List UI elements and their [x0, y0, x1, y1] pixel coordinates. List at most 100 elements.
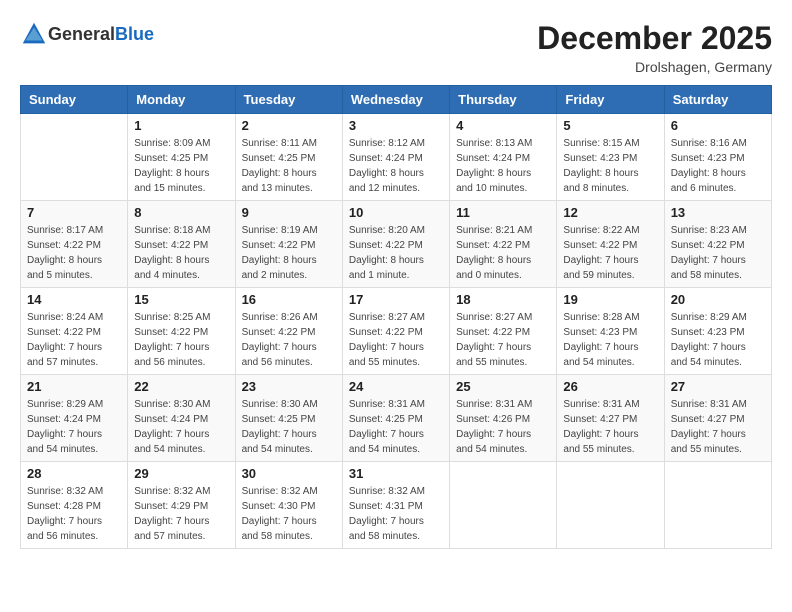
calendar-cell: 24 Sunrise: 8:31 AM Sunset: 4:25 PM Dayli…	[342, 375, 449, 462]
location-text: Drolshagen, Germany	[537, 59, 772, 75]
day-number: 23	[242, 379, 336, 394]
day-info: Sunrise: 8:31 AM Sunset: 4:25 PM Dayligh…	[349, 397, 443, 457]
calendar-cell: 11 Sunrise: 8:21 AM Sunset: 4:22 PM Dayli…	[450, 201, 557, 288]
day-info: Sunrise: 8:18 AM Sunset: 4:22 PM Dayligh…	[134, 223, 228, 283]
day-number: 20	[671, 292, 765, 307]
day-info: Sunrise: 8:32 AM Sunset: 4:29 PM Dayligh…	[134, 484, 228, 544]
day-info: Sunrise: 8:32 AM Sunset: 4:30 PM Dayligh…	[242, 484, 336, 544]
calendar-cell: 28 Sunrise: 8:32 AM Sunset: 4:28 PM Dayli…	[21, 462, 128, 549]
day-number: 8	[134, 205, 228, 220]
day-info: Sunrise: 8:29 AM Sunset: 4:23 PM Dayligh…	[671, 310, 765, 370]
calendar-week-row: 7 Sunrise: 8:17 AM Sunset: 4:22 PM Daylig…	[21, 201, 772, 288]
day-number: 26	[563, 379, 657, 394]
calendar-cell: 21 Sunrise: 8:29 AM Sunset: 4:24 PM Dayli…	[21, 375, 128, 462]
calendar-cell	[557, 462, 664, 549]
day-info: Sunrise: 8:16 AM Sunset: 4:23 PM Dayligh…	[671, 136, 765, 196]
day-info: Sunrise: 8:11 AM Sunset: 4:25 PM Dayligh…	[242, 136, 336, 196]
day-number: 5	[563, 118, 657, 133]
calendar-cell: 13 Sunrise: 8:23 AM Sunset: 4:22 PM Dayli…	[664, 201, 771, 288]
day-info: Sunrise: 8:26 AM Sunset: 4:22 PM Dayligh…	[242, 310, 336, 370]
month-title: December 2025	[537, 20, 772, 57]
day-info: Sunrise: 8:31 AM Sunset: 4:26 PM Dayligh…	[456, 397, 550, 457]
calendar-cell: 29 Sunrise: 8:32 AM Sunset: 4:29 PM Dayli…	[128, 462, 235, 549]
day-number: 19	[563, 292, 657, 307]
day-number: 9	[242, 205, 336, 220]
calendar-cell: 17 Sunrise: 8:27 AM Sunset: 4:22 PM Dayli…	[342, 288, 449, 375]
calendar-cell: 3Sunrise: 8:12 AM Sunset: 4:24 PM Daylig…	[342, 114, 449, 201]
day-number: 31	[349, 466, 443, 481]
day-info: Sunrise: 8:19 AM Sunset: 4:22 PM Dayligh…	[242, 223, 336, 283]
calendar-cell	[664, 462, 771, 549]
day-number: 13	[671, 205, 765, 220]
weekday-header-thursday: Thursday	[450, 86, 557, 114]
calendar-cell	[21, 114, 128, 201]
day-number: 21	[27, 379, 121, 394]
calendar-cell: 15Sunrise: 8:25 AM Sunset: 4:22 PM Dayli…	[128, 288, 235, 375]
day-number: 29	[134, 466, 228, 481]
calendar-cell: 31Sunrise: 8:32 AM Sunset: 4:31 PM Dayli…	[342, 462, 449, 549]
day-info: Sunrise: 8:30 AM Sunset: 4:25 PM Dayligh…	[242, 397, 336, 457]
day-info: Sunrise: 8:27 AM Sunset: 4:22 PM Dayligh…	[456, 310, 550, 370]
day-number: 7	[27, 205, 121, 220]
day-number: 18	[456, 292, 550, 307]
weekday-header-tuesday: Tuesday	[235, 86, 342, 114]
calendar-cell: 5 Sunrise: 8:15 AM Sunset: 4:23 PM Daylig…	[557, 114, 664, 201]
day-number: 16	[242, 292, 336, 307]
day-number: 15	[134, 292, 228, 307]
day-info: Sunrise: 8:28 AM Sunset: 4:23 PM Dayligh…	[563, 310, 657, 370]
day-number: 17	[349, 292, 443, 307]
day-number: 4	[456, 118, 550, 133]
calendar-cell: 6Sunrise: 8:16 AM Sunset: 4:23 PM Daylig…	[664, 114, 771, 201]
day-info: Sunrise: 8:23 AM Sunset: 4:22 PM Dayligh…	[671, 223, 765, 283]
calendar-cell: 20 Sunrise: 8:29 AM Sunset: 4:23 PM Dayli…	[664, 288, 771, 375]
calendar-cell: 10 Sunrise: 8:20 AM Sunset: 4:22 PM Dayli…	[342, 201, 449, 288]
title-area: December 2025 Drolshagen, Germany	[537, 20, 772, 75]
calendar-cell: 22Sunrise: 8:30 AM Sunset: 4:24 PM Dayli…	[128, 375, 235, 462]
calendar-week-row: 1 Sunrise: 8:09 AM Sunset: 4:25 PM Daylig…	[21, 114, 772, 201]
day-number: 10	[349, 205, 443, 220]
weekday-header-saturday: Saturday	[664, 86, 771, 114]
logo-icon	[20, 20, 48, 48]
day-number: 24	[349, 379, 443, 394]
day-info: Sunrise: 8:31 AM Sunset: 4:27 PM Dayligh…	[563, 397, 657, 457]
day-number: 28	[27, 466, 121, 481]
day-info: Sunrise: 8:20 AM Sunset: 4:22 PM Dayligh…	[349, 223, 443, 283]
day-number: 25	[456, 379, 550, 394]
calendar-cell: 25 Sunrise: 8:31 AM Sunset: 4:26 PM Dayli…	[450, 375, 557, 462]
day-info: Sunrise: 8:13 AM Sunset: 4:24 PM Dayligh…	[456, 136, 550, 196]
calendar-week-row: 21 Sunrise: 8:29 AM Sunset: 4:24 PM Dayli…	[21, 375, 772, 462]
logo: GeneralBlue	[20, 20, 154, 48]
day-info: Sunrise: 8:21 AM Sunset: 4:22 PM Dayligh…	[456, 223, 550, 283]
calendar-cell: 9 Sunrise: 8:19 AM Sunset: 4:22 PM Daylig…	[235, 201, 342, 288]
calendar-cell: 14 Sunrise: 8:24 AM Sunset: 4:22 PM Dayli…	[21, 288, 128, 375]
day-number: 2	[242, 118, 336, 133]
calendar-cell: 12Sunrise: 8:22 AM Sunset: 4:22 PM Dayli…	[557, 201, 664, 288]
day-info: Sunrise: 8:22 AM Sunset: 4:22 PM Dayligh…	[563, 223, 657, 283]
day-info: Sunrise: 8:29 AM Sunset: 4:24 PM Dayligh…	[27, 397, 121, 457]
weekday-header-wednesday: Wednesday	[342, 86, 449, 114]
calendar-table: SundayMondayTuesdayWednesdayThursdayFrid…	[20, 85, 772, 549]
calendar-cell: 1 Sunrise: 8:09 AM Sunset: 4:25 PM Daylig…	[128, 114, 235, 201]
day-info: Sunrise: 8:12 AM Sunset: 4:24 PM Dayligh…	[349, 136, 443, 196]
calendar-cell: 2 Sunrise: 8:11 AM Sunset: 4:25 PM Daylig…	[235, 114, 342, 201]
day-number: 1	[134, 118, 228, 133]
calendar-cell: 26 Sunrise: 8:31 AM Sunset: 4:27 PM Dayli…	[557, 375, 664, 462]
day-info: Sunrise: 8:17 AM Sunset: 4:22 PM Dayligh…	[27, 223, 121, 283]
day-number: 14	[27, 292, 121, 307]
day-info: Sunrise: 8:27 AM Sunset: 4:22 PM Dayligh…	[349, 310, 443, 370]
calendar-cell: 7 Sunrise: 8:17 AM Sunset: 4:22 PM Daylig…	[21, 201, 128, 288]
logo-general-text: General	[48, 24, 115, 44]
day-number: 27	[671, 379, 765, 394]
day-number: 11	[456, 205, 550, 220]
day-info: Sunrise: 8:24 AM Sunset: 4:22 PM Dayligh…	[27, 310, 121, 370]
day-info: Sunrise: 8:15 AM Sunset: 4:23 PM Dayligh…	[563, 136, 657, 196]
day-info: Sunrise: 8:09 AM Sunset: 4:25 PM Dayligh…	[134, 136, 228, 196]
weekday-header-row: SundayMondayTuesdayWednesdayThursdayFrid…	[21, 86, 772, 114]
calendar-cell: 16 Sunrise: 8:26 AM Sunset: 4:22 PM Dayli…	[235, 288, 342, 375]
logo-blue-text: Blue	[115, 24, 154, 44]
day-info: Sunrise: 8:32 AM Sunset: 4:28 PM Dayligh…	[27, 484, 121, 544]
day-info: Sunrise: 8:30 AM Sunset: 4:24 PM Dayligh…	[134, 397, 228, 457]
weekday-header-monday: Monday	[128, 86, 235, 114]
calendar-cell: 18 Sunrise: 8:27 AM Sunset: 4:22 PM Dayli…	[450, 288, 557, 375]
calendar-cell: 30Sunrise: 8:32 AM Sunset: 4:30 PM Dayli…	[235, 462, 342, 549]
